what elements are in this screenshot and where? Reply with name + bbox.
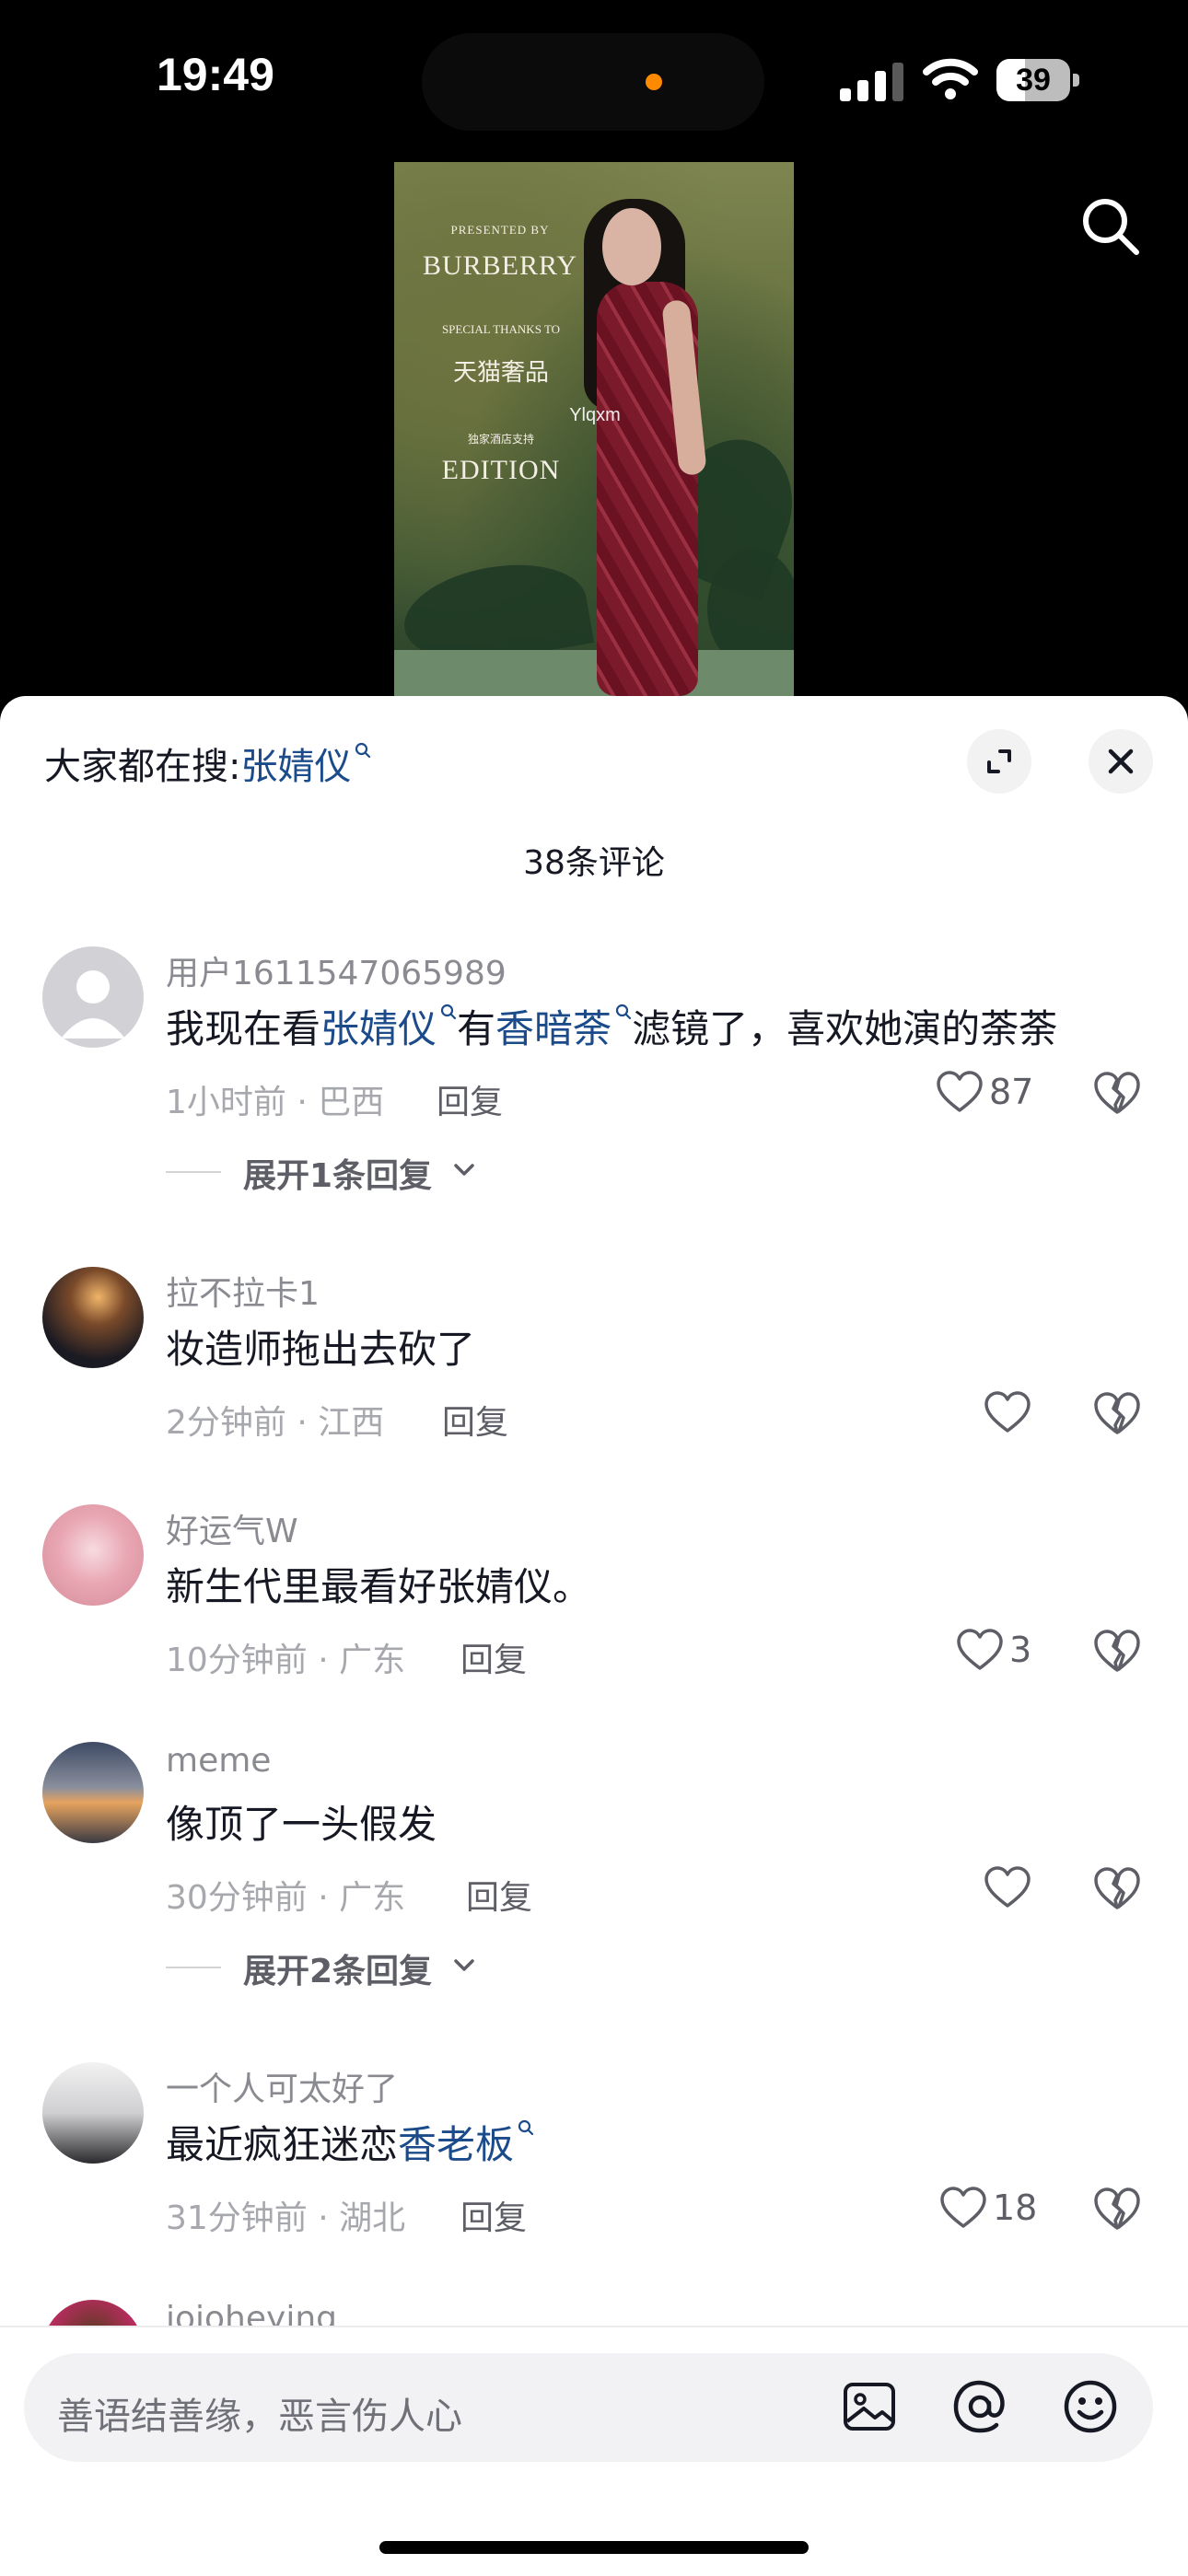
broken-heart-icon[interactable] xyxy=(1092,1070,1142,1116)
comment-username[interactable]: 拉不拉卡1 xyxy=(166,1267,320,1315)
like-count: 18 xyxy=(993,2187,1038,2228)
comment-text: 新生代里最看好张婧仪。 xyxy=(166,1564,592,1609)
heart-icon xyxy=(984,1866,1031,1908)
trending-search[interactable]: 大家都在搜:张婧仪 xyxy=(44,737,371,790)
video-player[interactable]: PRESENTED BY BURBERRY SPECIAL THANKS TO … xyxy=(394,162,794,696)
at-icon[interactable] xyxy=(950,2377,1009,2436)
comment-time-location: 30分钟前 · 广东 xyxy=(166,1879,406,1917)
dynamic-island xyxy=(422,33,764,131)
search-icon[interactable] xyxy=(1077,193,1142,258)
backdrop-brand: BURBERRY xyxy=(422,250,578,281)
chevron-down-icon xyxy=(454,1959,474,1971)
broken-heart-icon[interactable] xyxy=(1092,2186,1142,2232)
comment-time-location: 2分钟前 · 江西 xyxy=(166,1404,385,1442)
reply-button[interactable]: 回复 xyxy=(437,1075,503,1123)
backdrop-presented-by: PRESENTED BY xyxy=(450,223,550,237)
chevron-down-icon xyxy=(454,1164,474,1176)
status-time: 19:49 xyxy=(157,49,274,100)
comment-input-placeholder: 善语结善缘，恶言伤人心 xyxy=(57,2396,462,2438)
comment-time-location: 31分钟前 · 湖北 xyxy=(166,2199,406,2237)
avatar[interactable] xyxy=(42,2062,144,2164)
avatar[interactable] xyxy=(42,1742,144,1843)
like-count: 3 xyxy=(1009,1630,1032,1670)
backdrop-hotel-note: 独家酒店支持 xyxy=(467,433,534,446)
close-sheet-button[interactable] xyxy=(1089,729,1153,794)
close-icon xyxy=(1108,748,1134,774)
trending-prefix: 大家都在搜: xyxy=(44,746,241,788)
battery-level: 39 xyxy=(1016,63,1051,98)
comment-text: 我现在看张婧仪 有香暗荼 滤镜了，喜欢她演的荼荼 xyxy=(166,998,1057,1054)
comment-input[interactable]: 善语结善缘，恶言伤人心 xyxy=(24,2353,1153,2462)
avatar[interactable] xyxy=(42,946,144,1048)
emoji-icon[interactable] xyxy=(1061,2377,1120,2436)
comment-username[interactable]: 好运气W xyxy=(166,1504,298,1552)
comment-username[interactable]: 一个人可太好了 xyxy=(166,2062,398,2110)
avatar[interactable] xyxy=(42,1267,144,1368)
comment-sheet: 大家都在搜:张婧仪 38条评论 用户1611547065989 我现在看张婧仪有… xyxy=(0,696,1188,2574)
home-indicator[interactable] xyxy=(379,2541,809,2554)
search-icon xyxy=(518,2119,534,2136)
expand-replies[interactable]: 展开2条回复 xyxy=(166,1944,534,1990)
backdrop-hotel: EDITION xyxy=(441,455,561,485)
search-icon xyxy=(440,1004,457,1020)
status-bar: 19:49 39 xyxy=(0,0,1188,157)
reply-button[interactable]: 回复 xyxy=(460,1633,527,1681)
comment-text: 最近疯狂迷恋香老板 xyxy=(166,2114,534,2170)
battery-indicator: 39 xyxy=(996,59,1081,101)
broken-heart-icon[interactable] xyxy=(1092,1865,1142,1911)
broken-heart-icon[interactable] xyxy=(1092,1628,1142,1674)
like-count: 87 xyxy=(989,1072,1034,1112)
keyword-link[interactable]: 香老板 xyxy=(398,2122,514,2167)
expand-sheet-button[interactable] xyxy=(967,729,1031,794)
search-icon xyxy=(355,742,371,759)
avatar[interactable] xyxy=(42,1504,144,1606)
backdrop-sponsor: 天猫奢品 xyxy=(452,359,549,386)
keyword-link[interactable]: 张婧仪 xyxy=(320,1006,437,1051)
comment-text: 妆造师拖出去砍了 xyxy=(166,1327,476,1372)
cellular-signal-icon xyxy=(840,63,903,101)
trending-keyword[interactable]: 张婧仪 xyxy=(240,746,351,788)
broken-heart-icon[interactable] xyxy=(1092,1390,1142,1436)
heart-icon xyxy=(957,1629,1003,1670)
reply-button[interactable]: 回复 xyxy=(442,1396,508,1444)
comment-username[interactable]: meme xyxy=(166,1742,271,1780)
comment-text: 像顶了一头假发 xyxy=(166,1802,437,1847)
image-icon[interactable] xyxy=(840,2377,899,2436)
wifi-icon xyxy=(923,58,978,99)
backdrop-special-thanks: SPECIAL THANKS TO xyxy=(441,322,561,336)
expand-replies[interactable]: 展开1条回复 xyxy=(166,1149,534,1195)
reply-button[interactable]: 回复 xyxy=(460,2191,527,2239)
heart-icon xyxy=(984,1391,1031,1433)
reply-button[interactable]: 回复 xyxy=(466,1871,532,1919)
recording-indicator xyxy=(646,74,662,90)
comment-time-location: 10分钟前 · 广东 xyxy=(166,1642,406,1679)
keyword-link[interactable]: 香暗荼 xyxy=(495,1006,611,1051)
comment-time-location: 1小时前 · 巴西 xyxy=(166,1084,385,1121)
comment-input-bar: 善语结善缘，恶言伤人心 xyxy=(0,2326,1188,2576)
heart-icon xyxy=(940,2187,986,2228)
search-icon xyxy=(615,1004,632,1020)
video-watermark: Ylqxm xyxy=(569,405,621,425)
comment-username[interactable]: 用户1611547065989 xyxy=(166,946,507,994)
heart-icon xyxy=(937,1071,983,1112)
comment-count: 38条评论 xyxy=(523,844,665,882)
expand-icon xyxy=(987,749,1011,773)
